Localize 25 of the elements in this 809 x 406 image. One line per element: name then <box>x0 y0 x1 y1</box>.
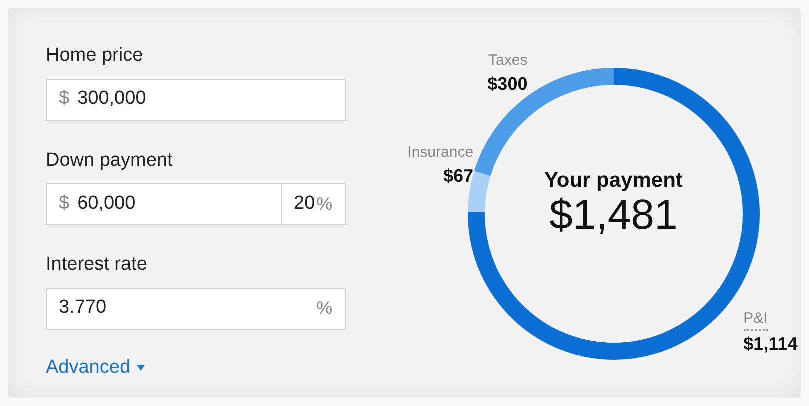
field-label: Home price <box>46 44 144 68</box>
field-value: 20 <box>294 192 316 216</box>
slice-label: Taxes <box>488 52 528 71</box>
field-value: 60,000 <box>78 192 136 216</box>
percent-field[interactable]: 20% <box>282 183 346 225</box>
slice-amount: $67 <box>444 164 474 188</box>
payment-total: $1,481 <box>549 194 678 236</box>
currency-prefix: $ <box>59 87 70 112</box>
input-field[interactable]: 3.770 % <box>46 288 346 330</box>
percent-suffix: % <box>316 297 333 320</box>
field-value: 300,000 <box>78 87 148 112</box>
percent-suffix: % <box>316 192 333 216</box>
slice-label: Insurance <box>408 144 474 163</box>
slice-label: P&I <box>744 310 768 331</box>
field-label: Down payment <box>46 148 174 172</box>
caret-icon <box>136 364 145 371</box>
advanced-link[interactable]: Advanced <box>46 354 145 382</box>
slice-amount: $1,114 <box>744 332 798 356</box>
input-field[interactable]: $ 300,000 <box>46 78 346 120</box>
input-field[interactable]: $ 60,000 <box>46 183 282 225</box>
currency-prefix: $ <box>59 192 70 216</box>
payment-title: Your payment <box>544 168 683 194</box>
field-label: Interest rate <box>46 253 148 277</box>
slice-amount: $300 <box>488 72 528 96</box>
field-value: 3.770 <box>59 296 108 320</box>
